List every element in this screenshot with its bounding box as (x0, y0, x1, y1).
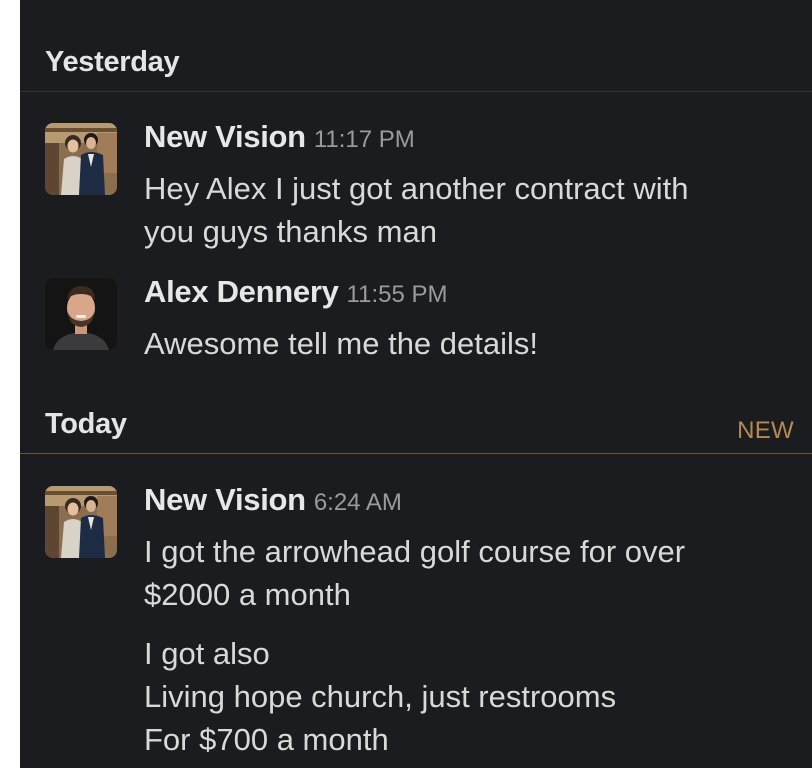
message-line: $2000 a month (144, 577, 351, 612)
day-label: Today (45, 408, 127, 440)
message-header: New Vision 6:24 AM (144, 482, 402, 518)
message-line: For $700 a month (144, 722, 389, 757)
couple-photo-avatar[interactable] (45, 123, 117, 195)
day-divider-today: Today NEW (20, 406, 812, 446)
message-line: you guys thanks man (144, 214, 437, 249)
message-text: I got the arrowhead golf course for over… (144, 530, 794, 761)
message-text: Awesome tell me the details! (144, 322, 794, 365)
message-line: Living hope church, just restrooms (144, 679, 617, 714)
message-header: Alex Dennery 11:55 PM (144, 274, 448, 310)
day-divider-yesterday: Yesterday (20, 44, 812, 84)
timestamp[interactable]: 11:17 PM (314, 126, 415, 153)
day-label: Yesterday (45, 46, 180, 78)
timestamp[interactable]: 6:24 AM (314, 489, 402, 516)
new-messages-badge: NEW (737, 417, 794, 444)
sender-name[interactable]: New Vision (144, 119, 306, 154)
message-text: Hey Alex I just got another contract wit… (144, 167, 794, 253)
couple-photo-avatar[interactable] (45, 486, 117, 558)
timestamp[interactable]: 11:55 PM (347, 281, 448, 308)
sender-name[interactable]: Alex Dennery (144, 274, 339, 309)
message-line: Hey Alex I just got another contract wit… (144, 171, 689, 206)
message-line: Awesome tell me the details! (144, 326, 539, 361)
message-pane: Yesterday New Vision 11:17 PM Hey Alex I… (20, 0, 812, 768)
sender-name[interactable]: New Vision (144, 482, 306, 517)
message-line: I got the arrowhead golf course for over (144, 534, 686, 569)
man-portrait-avatar[interactable] (45, 278, 117, 350)
new-messages-divider (20, 453, 812, 454)
message-line: I got also (144, 636, 270, 671)
divider-line (20, 91, 812, 92)
message-header: New Vision 11:17 PM (144, 119, 415, 155)
